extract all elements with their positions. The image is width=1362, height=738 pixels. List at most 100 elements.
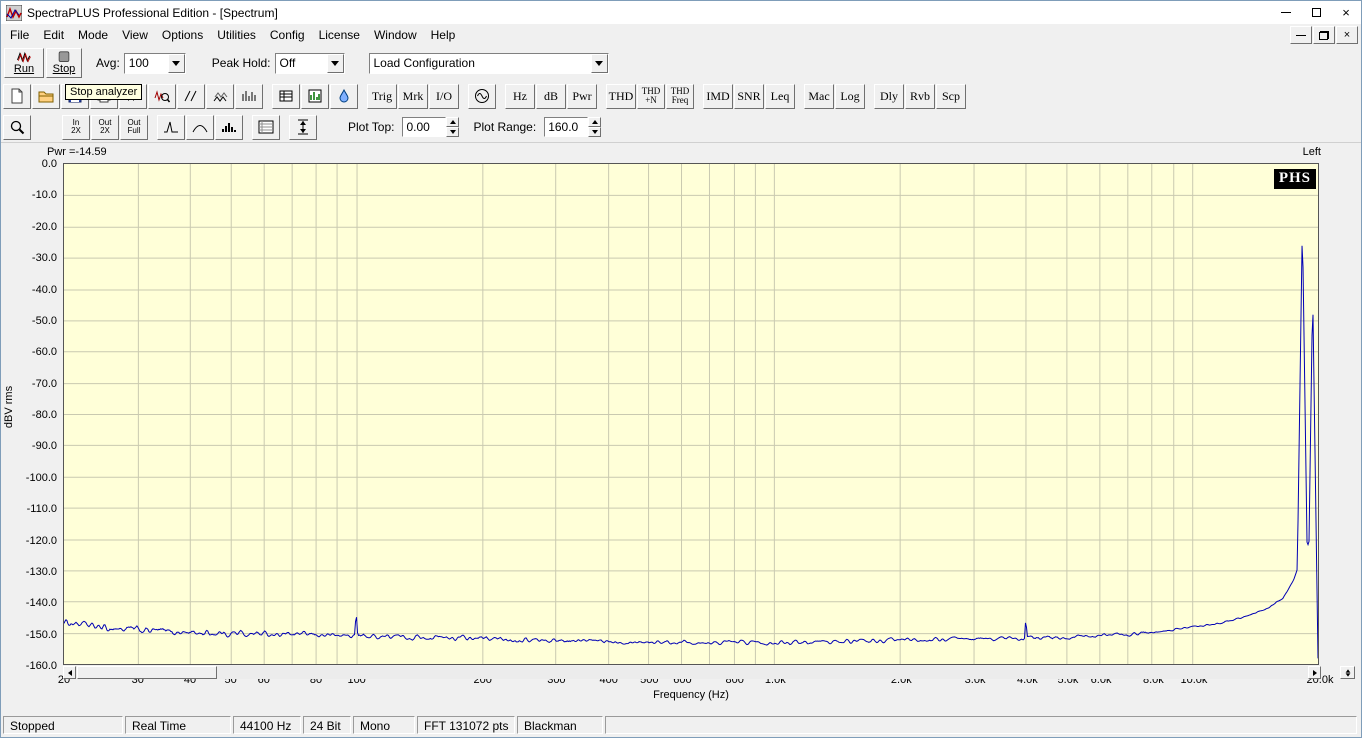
zoom-in-2x-button[interactable]: In 2X (62, 114, 90, 140)
menu-item-view[interactable]: View (115, 25, 155, 45)
scrollbar-thumb[interactable] (77, 666, 217, 679)
mdi-close-button[interactable]: × (1336, 26, 1358, 44)
mrk-button[interactable]: Mrk (398, 83, 428, 109)
leq-button[interactable]: Leq (765, 83, 795, 109)
trig-button[interactable]: Trig (367, 83, 397, 109)
y-tick-label: -70.0 (31, 377, 57, 390)
spectrogram-button[interactable] (235, 83, 263, 109)
new-button[interactable] (3, 83, 31, 109)
stop-button[interactable]: Stop (46, 48, 82, 78)
scroll-left-button[interactable] (63, 666, 76, 679)
close-button[interactable]: × (1331, 1, 1361, 24)
plot-range-label: Plot Range: (473, 120, 537, 134)
plot-top-spinner (402, 117, 460, 137)
zoom-out-2x-button[interactable]: Out 2X (91, 114, 119, 140)
rvb-button[interactable]: Rvb (905, 83, 935, 109)
load-configuration-combo[interactable]: Load Configuration (368, 52, 609, 74)
plot-top-input[interactable] (402, 117, 447, 137)
grid-options-button[interactable] (252, 114, 280, 140)
thd-freq-button[interactable]: THD Freq (666, 83, 694, 109)
maximize-button[interactable] (1301, 1, 1331, 24)
db-button[interactable]: dB (536, 83, 566, 109)
peak-hold-combo-arrow[interactable] (326, 53, 344, 73)
status-run-state: Stopped (3, 716, 123, 734)
menu-item-edit[interactable]: Edit (36, 25, 71, 45)
zoom-out-full-button[interactable]: Out Full (120, 114, 148, 140)
io-button[interactable]: I/O (429, 83, 459, 109)
waterfall-button[interactable] (206, 83, 234, 109)
plot-range-down-button[interactable] (588, 127, 602, 137)
y-tick-label: 0.0 (41, 158, 57, 170)
scp-button[interactable]: Scp (936, 83, 966, 109)
power-readout: Pwr =-14.59 (47, 146, 107, 158)
bars-icon (222, 123, 236, 132)
minimize-button[interactable] (1271, 1, 1301, 24)
status-spacer (605, 716, 1357, 734)
channel-label: Left (1302, 146, 1321, 158)
y-tick-label: -150.0 (25, 628, 57, 641)
mdi-restore-icon (1319, 30, 1329, 40)
arrow-up-icon (1345, 668, 1350, 673)
peak-curve-button[interactable] (157, 114, 185, 140)
level-meter-button[interactable] (301, 83, 329, 109)
scroll-right-button[interactable] (1308, 666, 1321, 679)
menu-item-file[interactable]: File (3, 25, 36, 45)
status-mode: Real Time (125, 716, 231, 734)
y-tick-label: -20.0 (31, 220, 57, 233)
smooth-curve-button[interactable] (186, 114, 214, 140)
thd-n-button[interactable]: THD +N (637, 83, 665, 109)
avg-combo[interactable]: 100 (123, 52, 186, 74)
load-configuration-combo-arrow[interactable] (590, 53, 608, 73)
log-button[interactable]: Log (835, 83, 865, 109)
menu-items: File Edit Mode View Options Utilities Config Li… (3, 25, 462, 45)
peak-pin-button[interactable] (330, 83, 358, 109)
mdi-minimize-button[interactable] (1290, 26, 1312, 44)
curve-icon (192, 125, 208, 133)
menu-item-utilities[interactable]: Utilities (210, 25, 263, 45)
data-table-button[interactable] (272, 83, 300, 109)
menu-item-mode[interactable]: Mode (71, 25, 115, 45)
avg-combo-arrow[interactable] (167, 53, 185, 73)
run-button[interactable]: Run (4, 48, 44, 78)
plot-range-input[interactable] (544, 117, 589, 137)
open-button[interactable] (32, 83, 60, 109)
vertical-arrows-icon (298, 119, 308, 135)
plot-range-up-button[interactable] (588, 117, 602, 127)
mdi-restore-button[interactable] (1313, 26, 1335, 44)
peak-hold-value: Off (279, 55, 296, 70)
dly-button[interactable]: Dly (874, 83, 904, 109)
menu-item-license[interactable]: License (312, 25, 367, 45)
snr-button[interactable]: SNR (734, 83, 764, 109)
zoom-button[interactable] (3, 114, 31, 140)
hz-button[interactable]: Hz (505, 83, 535, 109)
imd-button[interactable]: IMD (703, 83, 733, 109)
waterfall-icon (213, 92, 228, 102)
menu-item-window[interactable]: Window (367, 25, 424, 45)
plot-top-up-button[interactable] (446, 117, 460, 127)
bar-display-button[interactable] (215, 114, 243, 140)
chevron-down-icon (595, 60, 603, 66)
vertical-scale-spinner[interactable] (1340, 666, 1355, 679)
load-configuration-value: Load Configuration (373, 55, 475, 70)
menu-item-options[interactable]: Options (155, 25, 210, 45)
pwr-button[interactable]: Pwr (567, 83, 597, 109)
transfer-function-button[interactable] (177, 83, 205, 109)
plot-top-down-button[interactable] (446, 127, 460, 137)
peak-hold-combo[interactable]: Off (274, 52, 345, 74)
droplet-icon (339, 88, 349, 103)
mac-button[interactable]: Mac (804, 83, 834, 109)
menu-item-help[interactable]: Help (424, 25, 463, 45)
menu-item-config[interactable]: Config (263, 25, 312, 45)
avg-value: 100 (128, 55, 149, 70)
status-bit-depth: 24 Bit (303, 716, 351, 734)
app-icon (6, 4, 22, 21)
horizontal-scrollbar[interactable] (63, 666, 1321, 679)
signal-generator-button[interactable] (468, 83, 496, 109)
y-tick-label: -60.0 (31, 346, 57, 359)
zoom-signal-button[interactable] (148, 83, 176, 109)
menu-bar: File Edit Mode View Options Utilities Config Li… (1, 24, 1361, 46)
vertical-scale-button[interactable] (289, 114, 317, 140)
thd-button[interactable]: THD (606, 83, 636, 109)
x-axis-label: Frequency (Hz) (653, 689, 729, 701)
spectrum-plot[interactable]: PHS (63, 163, 1319, 665)
